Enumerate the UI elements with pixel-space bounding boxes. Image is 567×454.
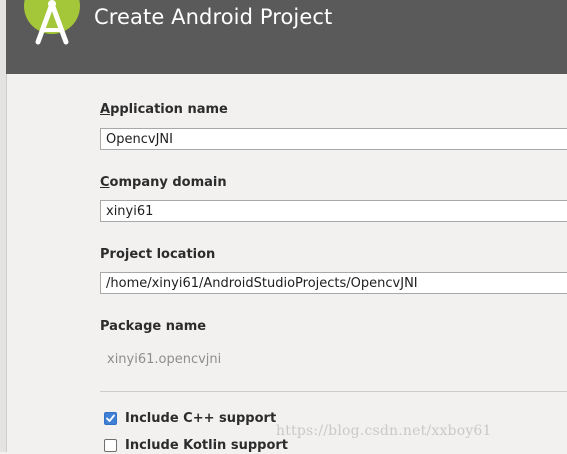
wizard-header: Create Android Project: [6, 0, 567, 74]
application-name-input[interactable]: OpencvJNI: [100, 128, 567, 150]
application-name-label: Application name: [100, 102, 228, 117]
include-cpp-checkbox[interactable]: [104, 412, 117, 425]
company-domain-input[interactable]: xinyi61: [100, 200, 567, 222]
package-name-label: Package name: [100, 319, 207, 334]
android-studio-icon: [24, 0, 80, 45]
wizard-title: Create Android Project: [94, 5, 333, 29]
project-location-label: Project location: [100, 247, 216, 262]
divider: [100, 391, 567, 392]
include-kotlin-checkbox[interactable]: [104, 439, 117, 452]
company-domain-label: Company domain: [100, 175, 227, 190]
watermark-text: https://blog.csdn.net/xxboy61: [276, 423, 492, 439]
checkmark-icon: [106, 414, 115, 422]
package-name-value: xinyi61.opencvjni: [107, 352, 222, 367]
include-kotlin-label: Include Kotlin support: [125, 438, 289, 453]
project-location-input[interactable]: /home/xinyi61/AndroidStudioProjects/Open…: [100, 272, 567, 294]
include-cpp-label: Include C++ support: [125, 411, 277, 426]
